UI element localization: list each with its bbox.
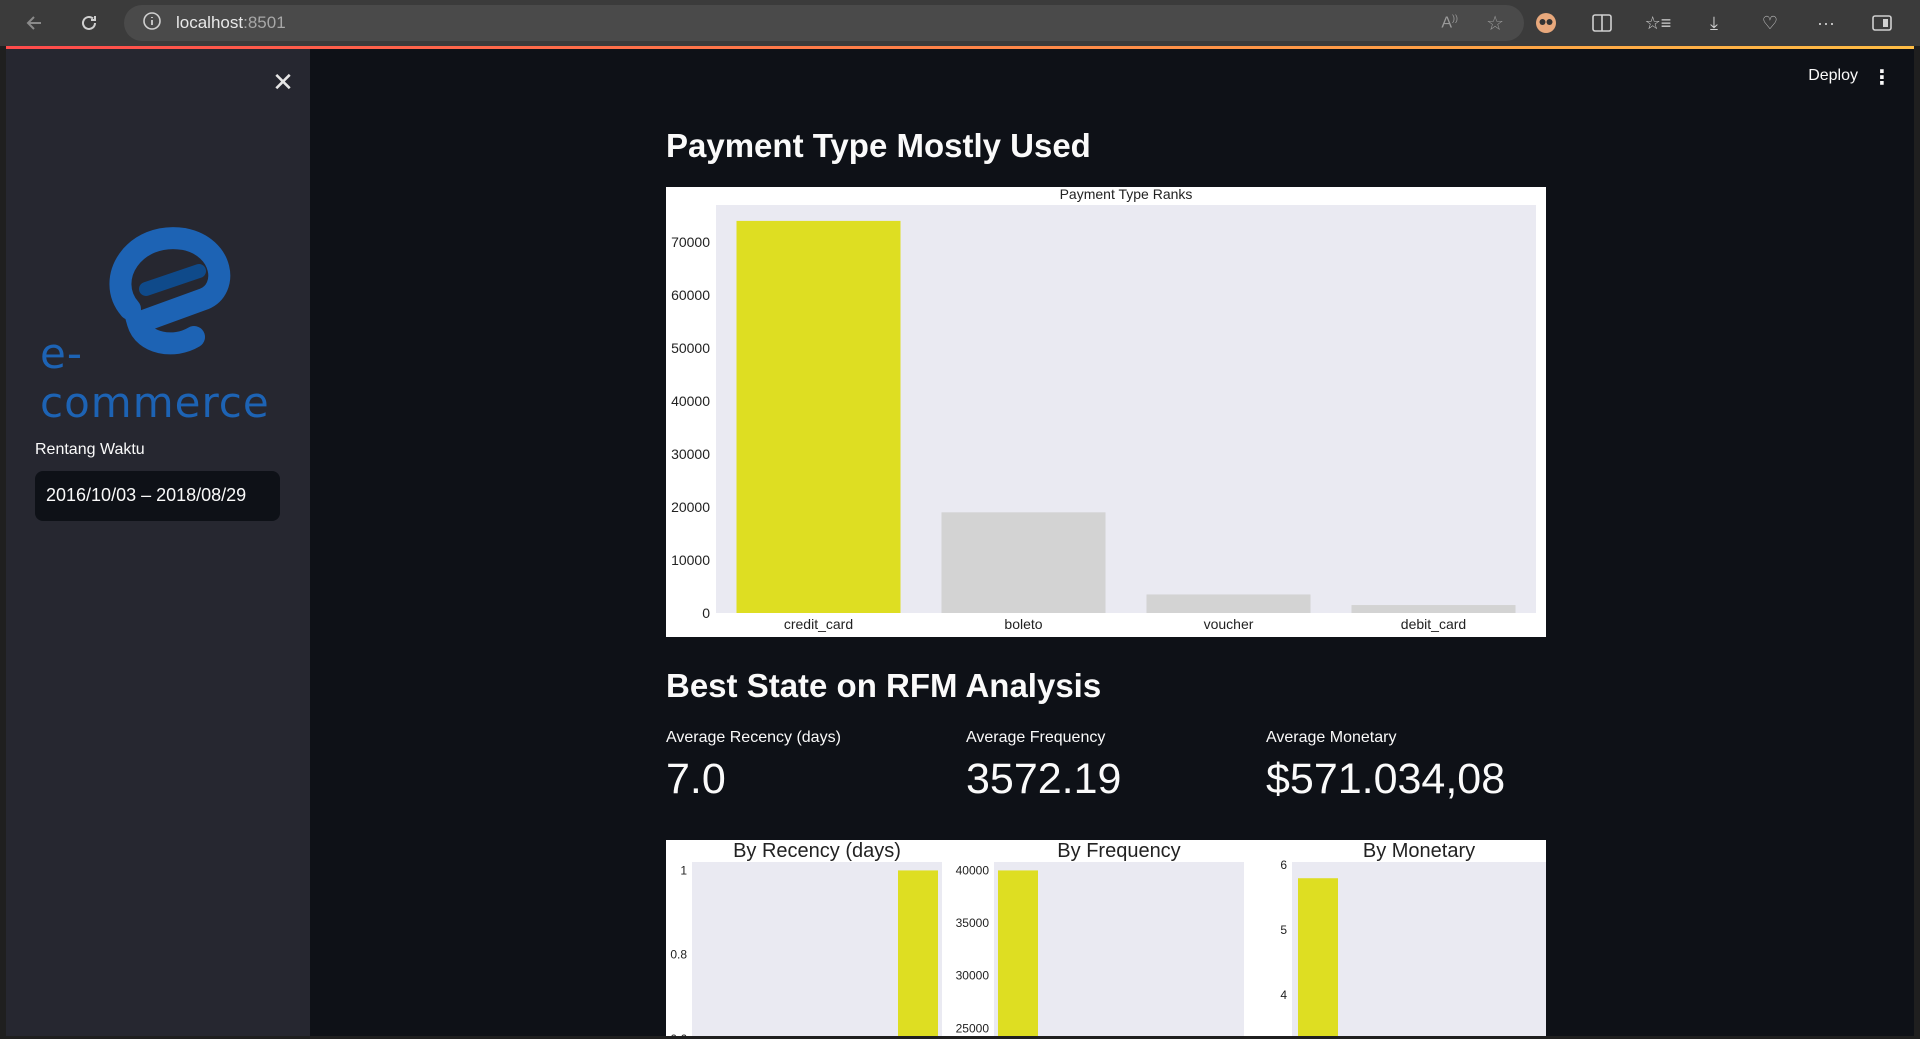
y-tick-label: 0.6 xyxy=(670,1032,687,1036)
y-tick-label: 1 xyxy=(680,863,687,877)
y-tick-label: 30000 xyxy=(671,446,710,462)
metric-value: 7.0 xyxy=(666,755,726,803)
split-screen-icon[interactable] xyxy=(1574,8,1630,38)
date-range-input[interactable]: 2016/10/03 – 2018/08/29 xyxy=(35,471,280,521)
downloads-icon[interactable]: ⤓ xyxy=(1686,8,1742,38)
metric-label: Average Frequency xyxy=(966,729,1106,746)
profile-icon[interactable] xyxy=(1518,8,1574,38)
y-tick-label: 30000 xyxy=(956,969,990,983)
rfm-charts-svg: By Recency (days) 0.6 0.8 1 By Frequency 2500… xyxy=(670,840,1546,1036)
sidebar-icon[interactable] xyxy=(1854,8,1910,38)
y-tick-label: 10000 xyxy=(671,552,710,568)
section-title-rfm: Best State on RFM Analysis xyxy=(666,667,1102,704)
bar xyxy=(1298,878,1338,1036)
chart-title: Payment Type Ranks xyxy=(1060,187,1193,202)
y-tick-label: 0 xyxy=(702,605,710,621)
y-tick-label: 5 xyxy=(1280,923,1287,937)
y-tick-label: 20000 xyxy=(671,499,710,515)
metric-monetary: Average Monetary $571.034,08 xyxy=(1266,729,1556,804)
url-host: localhost xyxy=(176,13,244,32)
metric-label: Average Recency (days) xyxy=(666,729,841,746)
health-icon[interactable]: ♡ xyxy=(1742,8,1798,38)
metric-frequency: Average Frequency 3572.19 xyxy=(966,729,1256,804)
y-tick-label: 35000 xyxy=(956,916,990,930)
y-tick-label: 25000 xyxy=(956,1021,990,1035)
sidebar: ✕ e-commerce Rentang Waktu 2016/10/03 – … xyxy=(6,49,310,1036)
y-tick-label: 50000 xyxy=(671,340,710,356)
browser-toolbar: localhost:8501 A)) ☆ ☆≡ ⤓ ♡ ··· xyxy=(0,0,1920,46)
bar xyxy=(941,512,1106,613)
bar xyxy=(898,870,938,1036)
subplot-title: By Recency (days) xyxy=(733,840,901,862)
favorite-star-icon[interactable]: ☆ xyxy=(1486,11,1504,36)
bar xyxy=(1351,605,1516,613)
deploy-button[interactable]: Deploy xyxy=(1808,67,1858,85)
browser-actions: ☆≡ ⤓ ♡ ··· xyxy=(1518,8,1910,38)
kebab-icon[interactable]: ⋮ xyxy=(1872,65,1892,90)
bar xyxy=(736,220,901,613)
bar xyxy=(998,870,1038,1036)
y-tick-label: 4 xyxy=(1280,988,1287,1002)
subplot-title: By Monetary xyxy=(1363,840,1475,862)
logo-text: e-commerce xyxy=(40,329,270,427)
favorites-icon[interactable]: ☆≡ xyxy=(1630,8,1686,38)
rfm-charts: By Recency (days) 0.6 0.8 1 By Frequency 2500… xyxy=(666,840,1546,1036)
y-tick-label: 70000 xyxy=(671,234,710,250)
metric-label: Average Monetary xyxy=(1266,729,1397,746)
y-tick-label: 0.8 xyxy=(670,948,687,962)
x-tick-label: boleto xyxy=(1004,616,1042,632)
read-aloud-icon[interactable]: A)) xyxy=(1441,13,1458,32)
payment-chart: Payment Type Ranks 0 10000 20000 30000 40000 5… xyxy=(666,186,1546,637)
y-tick-label: 6 xyxy=(1280,858,1287,872)
info-icon[interactable] xyxy=(142,11,162,36)
close-icon[interactable]: ✕ xyxy=(268,67,298,97)
refresh-icon[interactable] xyxy=(74,8,104,38)
metric-value: 3572.19 xyxy=(966,755,1122,803)
url-text: localhost:8501 xyxy=(176,13,286,33)
address-bar[interactable]: localhost:8501 A)) ☆ xyxy=(124,5,1524,41)
metric-recency: Average Recency (days) 7.0 xyxy=(666,729,956,804)
subplot-title: By Frequency xyxy=(1057,840,1180,862)
metric-value: $571.034,08 xyxy=(1266,755,1506,803)
y-tick-label: 40000 xyxy=(956,863,990,877)
y-tick-label: 60000 xyxy=(671,287,710,303)
date-range-label: Rentang Waktu xyxy=(35,441,145,458)
url-port: :8501 xyxy=(243,13,286,32)
payment-chart-svg: Payment Type Ranks 0 10000 20000 30000 40000 5… xyxy=(671,186,1536,632)
x-tick-label: debit_card xyxy=(1401,616,1466,632)
y-tick-label: 40000 xyxy=(671,393,710,409)
bar xyxy=(1146,594,1311,613)
x-tick-label: credit_card xyxy=(784,616,853,632)
app-window: ✕ e-commerce Rentang Waktu 2016/10/03 – … xyxy=(6,46,1914,1036)
back-icon[interactable] xyxy=(20,8,50,38)
more-icon[interactable]: ··· xyxy=(1798,8,1854,38)
section-title-payment: Payment Type Mostly Used xyxy=(666,127,1091,164)
x-tick-label: voucher xyxy=(1204,616,1254,632)
